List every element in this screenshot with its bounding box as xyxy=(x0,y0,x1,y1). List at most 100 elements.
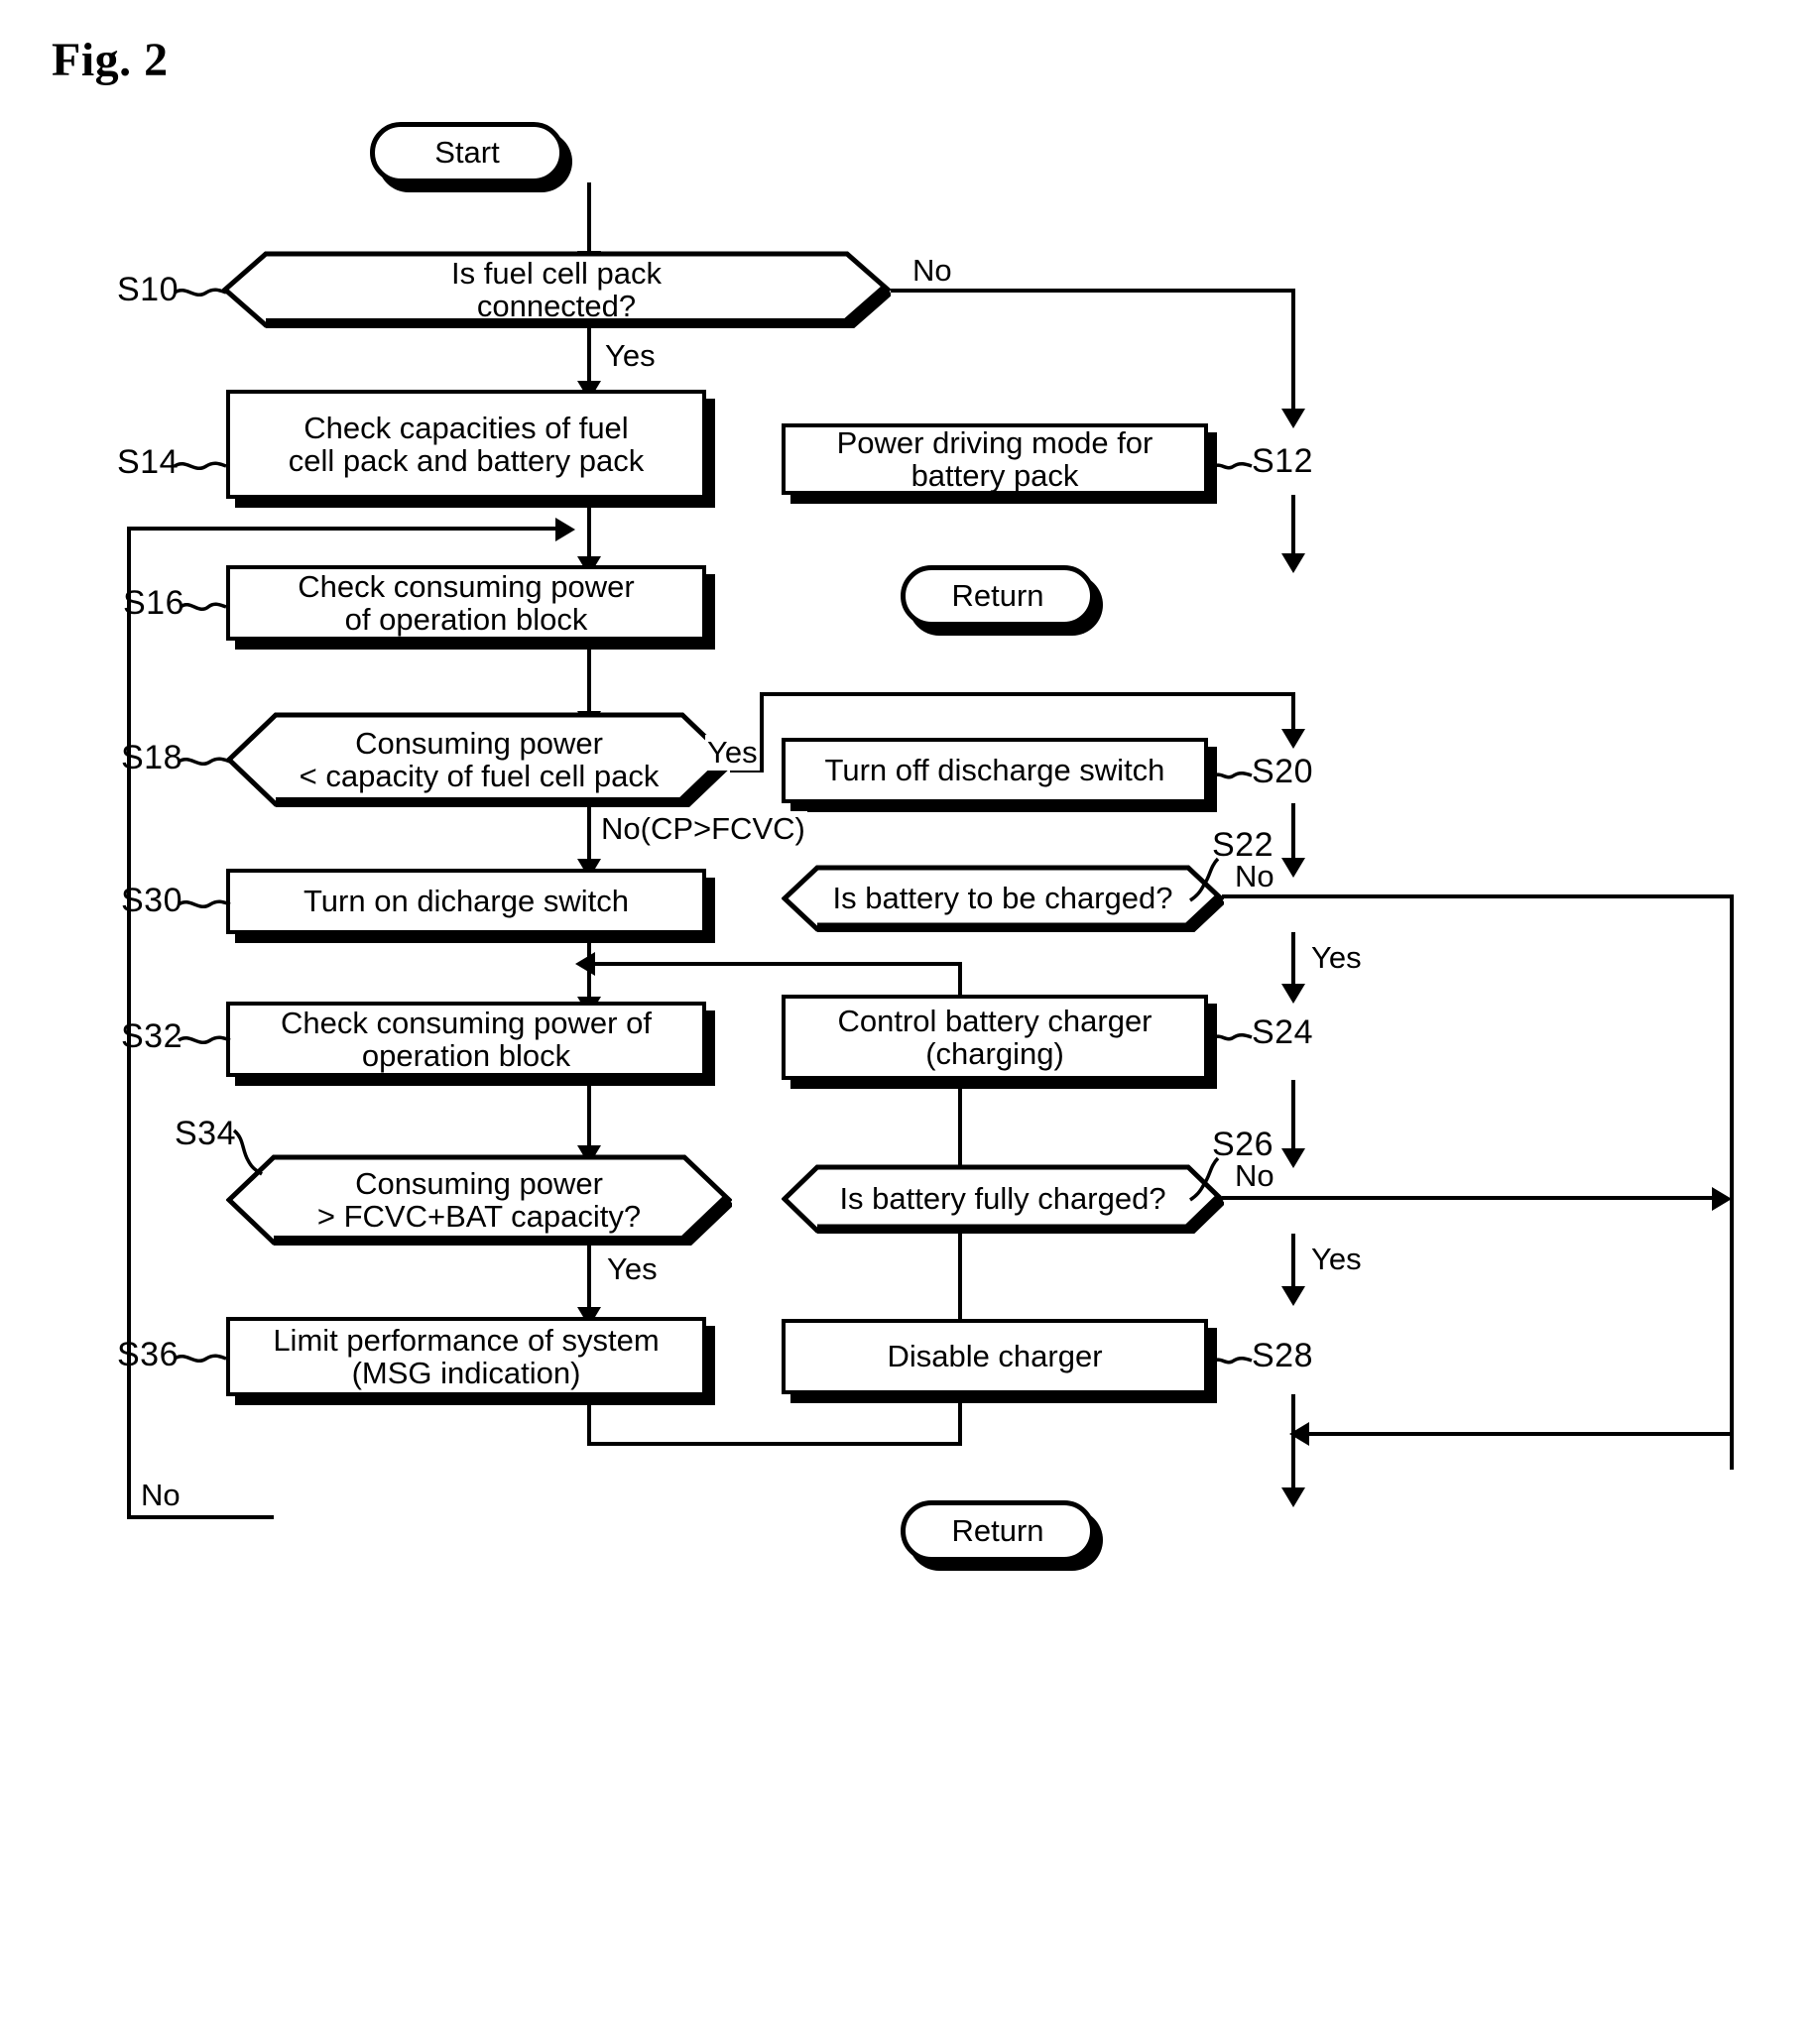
branch-label-s22-no: No xyxy=(1233,859,1276,894)
connector-start-to-s10 xyxy=(587,182,591,260)
arrowhead-s12-to-return-top xyxy=(1281,553,1305,573)
node-s24-label: Control battery charger (charging) xyxy=(837,1003,1153,1071)
leader-s28 xyxy=(1210,1351,1256,1372)
ref-s10: S10 xyxy=(117,271,179,308)
node-s26-label: Is battery fully charged? xyxy=(839,1181,1166,1217)
connector-s12-to-return-top xyxy=(1291,495,1295,562)
node-s36[interactable]: Limit performance of system (MSG indicat… xyxy=(226,1317,706,1396)
ref-s28: S28 xyxy=(1252,1337,1313,1374)
ref-s20: S20 xyxy=(1252,753,1313,790)
arrowhead-s10-no-to-s12 xyxy=(1281,409,1305,428)
figure-label: Fig. 2 xyxy=(52,34,169,86)
branch-label-s34-no: No xyxy=(139,1478,182,1513)
node-s32-label: Check consuming power of operation block xyxy=(281,1005,652,1073)
node-s30-label: Turn on dicharge switch xyxy=(303,884,629,919)
node-return-top[interactable]: Return xyxy=(901,565,1095,627)
branch-label-s34-yes: Yes xyxy=(605,1251,660,1287)
node-s14[interactable]: Check capacities of fuel cell pack and b… xyxy=(226,390,706,499)
arrowhead-s28-to-return-bottom xyxy=(1281,1487,1305,1507)
node-s20[interactable]: Turn off discharge switch xyxy=(782,738,1208,803)
connector-s26-no-horizontal xyxy=(1222,1196,1718,1200)
leader-s36 xyxy=(174,1349,230,1370)
connector-s28-to-return-bottom xyxy=(1291,1394,1295,1498)
ref-s34: S34 xyxy=(175,1115,236,1152)
node-s24[interactable]: Control battery charger (charging) xyxy=(782,995,1208,1080)
node-s32[interactable]: Check consuming power of operation block xyxy=(226,1002,706,1077)
branch-label-s10-yes: Yes xyxy=(603,338,658,374)
leader-s24 xyxy=(1210,1027,1256,1049)
ref-s12: S12 xyxy=(1252,442,1313,480)
node-return-bottom[interactable]: Return xyxy=(901,1500,1095,1562)
leader-s18 xyxy=(178,752,234,773)
branch-label-s22-yes: Yes xyxy=(1309,940,1364,976)
leader-s30 xyxy=(178,894,234,916)
connector-s36-loop-horizontal-bottom xyxy=(587,1442,962,1446)
node-s12[interactable]: Power driving mode for battery pack xyxy=(782,423,1208,495)
node-s16[interactable]: Check consuming power of operation block xyxy=(226,565,706,641)
node-s30[interactable]: Turn on dicharge switch xyxy=(226,869,706,934)
arrowhead-s26-to-s28 xyxy=(1281,1286,1305,1306)
leader-s22 xyxy=(1188,857,1222,902)
leader-s14 xyxy=(174,456,230,478)
ref-s16: S16 xyxy=(123,584,184,622)
connector-s32-to-s34 xyxy=(587,1077,591,1154)
connector-s36-loop-horizontal-top xyxy=(587,962,962,966)
ref-s24: S24 xyxy=(1252,1013,1313,1051)
node-s26[interactable]: Is battery fully charged? xyxy=(782,1164,1224,1234)
arrowhead-s24-to-s26 xyxy=(1281,1148,1305,1168)
branch-label-s10-no: No xyxy=(910,253,954,289)
node-start[interactable]: Start xyxy=(370,122,564,183)
arrowhead-s36-loop-into-s32-path xyxy=(575,952,595,976)
connector-right-bus-vertical xyxy=(1730,894,1734,1470)
node-return-top-label: Return xyxy=(951,578,1044,614)
arrowhead-s20-to-s22 xyxy=(1281,858,1305,878)
branch-label-s26-yes: Yes xyxy=(1309,1242,1364,1277)
ref-s14: S14 xyxy=(117,443,179,481)
node-s22[interactable]: Is battery to be charged? xyxy=(782,865,1224,932)
connector-s10-to-s14 xyxy=(587,327,591,389)
connector-s24-to-s26 xyxy=(1291,1080,1295,1157)
node-s34-label: Consuming power > FCVC+BAT capacity? xyxy=(316,1165,642,1234)
arrowhead-s18-yes-to-s20 xyxy=(1281,729,1305,749)
node-s18[interactable]: Consuming power < capacity of fuel cell … xyxy=(226,712,732,807)
arrowhead-s22-to-s24 xyxy=(1281,984,1305,1004)
connector-right-bus-bottom xyxy=(1291,1432,1732,1436)
connector-loop-left-top xyxy=(127,527,563,531)
node-s36-label: Limit performance of system (MSG indicat… xyxy=(273,1322,660,1390)
node-s10-label: Is fuel cell pack connected? xyxy=(451,255,662,323)
connector-s18-yes-vertical-up xyxy=(760,692,764,772)
node-s18-label: Consuming power < capacity of fuel cell … xyxy=(299,725,660,793)
node-s20-label: Turn off discharge switch xyxy=(824,753,1165,788)
connector-s22-no-horizontal xyxy=(1222,894,1734,898)
connector-s10-no-horizontal xyxy=(891,289,1295,293)
branch-label-s18-no: No(CP>FCVC) xyxy=(599,811,807,847)
ref-s32: S32 xyxy=(121,1017,182,1055)
arrowhead-right-bus-merge xyxy=(1289,1422,1309,1446)
ref-s36: S36 xyxy=(117,1336,179,1373)
ref-s18: S18 xyxy=(121,739,182,776)
leader-s12 xyxy=(1210,456,1256,478)
arrowhead-s26-no-to-bus xyxy=(1712,1187,1732,1211)
node-s34[interactable]: Consuming power > FCVC+BAT capacity? xyxy=(226,1154,732,1246)
leader-s20 xyxy=(1210,766,1256,787)
figure-canvas: Fig. 2 Start Is fuel cell pack connected… xyxy=(0,0,1820,2020)
node-s28[interactable]: Disable charger xyxy=(782,1319,1208,1394)
node-s14-label: Check capacities of fuel cell pack and b… xyxy=(288,410,645,478)
branch-label-s18-yes: Yes xyxy=(705,735,760,771)
connector-loop-left-vertical xyxy=(127,527,131,1221)
connector-s18-yes-top xyxy=(760,692,1295,696)
connector-s10-no-vertical xyxy=(1291,289,1295,416)
branch-label-s26-no: No xyxy=(1233,1158,1276,1194)
node-s10[interactable]: Is fuel cell pack connected? xyxy=(222,251,891,328)
leader-s16 xyxy=(179,597,230,619)
leader-s26 xyxy=(1188,1156,1222,1202)
connector-s16-to-s18 xyxy=(587,643,591,720)
leader-s34 xyxy=(232,1129,266,1176)
connector-s36-down-to-loop xyxy=(587,1394,591,1444)
ref-s30: S30 xyxy=(121,882,182,919)
node-s28-label: Disable charger xyxy=(887,1339,1103,1374)
node-s12-label: Power driving mode for battery pack xyxy=(836,424,1153,493)
leader-s32 xyxy=(178,1030,234,1052)
node-s22-label: Is battery to be charged? xyxy=(832,881,1173,916)
node-start-label: Start xyxy=(434,135,500,171)
